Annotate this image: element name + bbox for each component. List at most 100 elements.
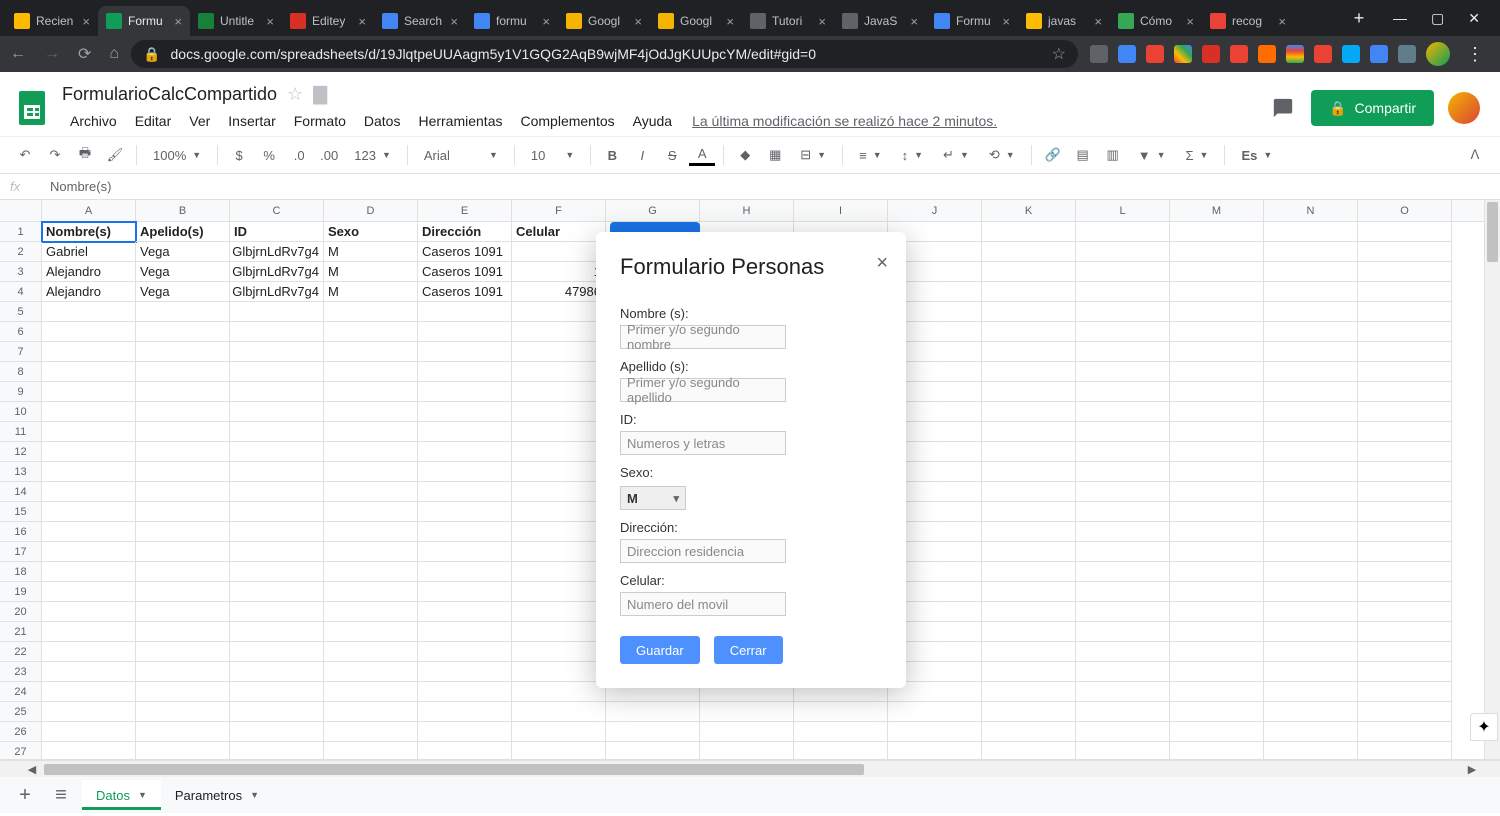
apellido-input[interactable]: Primer y/o segundo apellido xyxy=(620,378,786,402)
cell[interactable] xyxy=(42,642,136,662)
cell[interactable] xyxy=(136,482,230,502)
cell[interactable] xyxy=(512,302,606,322)
percent-button[interactable]: % xyxy=(256,142,282,168)
cell[interactable] xyxy=(1264,242,1358,262)
add-sheet-button[interactable]: + xyxy=(10,780,40,810)
cell[interactable] xyxy=(1170,742,1264,760)
cell[interactable] xyxy=(136,562,230,582)
cell[interactable] xyxy=(42,422,136,442)
cell[interactable] xyxy=(1076,322,1170,342)
cell[interactable] xyxy=(982,262,1076,282)
cell[interactable] xyxy=(512,642,606,662)
cell[interactable] xyxy=(418,462,512,482)
back-button[interactable]: ← xyxy=(10,45,26,63)
cell[interactable] xyxy=(42,482,136,502)
cell[interactable] xyxy=(1358,642,1452,662)
close-tab-icon[interactable]: × xyxy=(358,14,366,29)
cell[interactable] xyxy=(512,462,606,482)
cell[interactable] xyxy=(136,462,230,482)
cell[interactable] xyxy=(1170,582,1264,602)
omnibox[interactable]: 🔒 docs.google.com/spreadsheets/d/19Jlqtp… xyxy=(131,40,1078,68)
cell[interactable] xyxy=(1264,262,1358,282)
text-wrap-button[interactable]: ↵▼ xyxy=(935,147,977,163)
cell[interactable] xyxy=(888,722,982,742)
cell[interactable]: Caseros 1091 xyxy=(418,242,512,262)
cell[interactable] xyxy=(1170,722,1264,742)
cell[interactable] xyxy=(42,442,136,462)
close-tab-icon[interactable]: × xyxy=(542,14,550,29)
cell[interactable] xyxy=(42,582,136,602)
row-header[interactable]: 24 xyxy=(0,682,42,702)
extension-icon[interactable] xyxy=(1258,45,1276,63)
cell[interactable] xyxy=(418,682,512,702)
insert-link-button[interactable]: 🔗 xyxy=(1040,142,1066,168)
bold-button[interactable]: B xyxy=(599,142,625,168)
last-modified-text[interactable]: La última modificación se realizó hace 2… xyxy=(692,113,997,129)
column-header[interactable]: N xyxy=(1264,200,1358,221)
cell[interactable] xyxy=(1264,702,1358,722)
cell[interactable] xyxy=(1358,602,1452,622)
column-header[interactable]: D xyxy=(324,200,418,221)
cell[interactable] xyxy=(512,342,606,362)
cell[interactable] xyxy=(1170,542,1264,562)
cell[interactable] xyxy=(1264,682,1358,702)
close-tab-icon[interactable]: × xyxy=(634,14,642,29)
cell[interactable] xyxy=(42,622,136,642)
cell[interactable] xyxy=(1264,222,1358,242)
extension-icon[interactable] xyxy=(1230,45,1248,63)
sheet-tab-caret-icon[interactable]: ▼ xyxy=(138,790,147,800)
cell[interactable] xyxy=(982,662,1076,682)
cell[interactable]: M xyxy=(324,262,418,282)
cell[interactable] xyxy=(324,562,418,582)
cell[interactable] xyxy=(324,482,418,502)
cell[interactable] xyxy=(982,622,1076,642)
cell[interactable] xyxy=(1264,402,1358,422)
cell[interactable] xyxy=(42,522,136,542)
cell[interactable] xyxy=(982,702,1076,722)
cell[interactable]: M xyxy=(324,242,418,262)
cell[interactable]: Nombre(s) xyxy=(42,222,136,242)
cell[interactable] xyxy=(418,602,512,622)
cell[interactable] xyxy=(1076,422,1170,442)
cell[interactable] xyxy=(1358,522,1452,542)
cerrar-button[interactable]: Cerrar xyxy=(714,636,783,664)
cell[interactable] xyxy=(512,362,606,382)
cell[interactable] xyxy=(1358,362,1452,382)
direccion-input[interactable]: Direccion residencia xyxy=(620,539,786,563)
cell[interactable] xyxy=(982,422,1076,442)
forward-button[interactable]: → xyxy=(44,45,60,63)
row-header[interactable]: 4 xyxy=(0,282,42,302)
cell[interactable] xyxy=(1264,622,1358,642)
menu-item-ayuda[interactable]: Ayuda xyxy=(625,109,680,133)
cell[interactable] xyxy=(982,742,1076,760)
cell[interactable] xyxy=(136,342,230,362)
star-doc-icon[interactable]: ☆ xyxy=(287,84,303,105)
column-header[interactable]: A xyxy=(42,200,136,221)
cell[interactable] xyxy=(982,542,1076,562)
extension-icon[interactable] xyxy=(1174,45,1192,63)
browser-tab[interactable]: Search× xyxy=(374,6,466,36)
cell[interactable] xyxy=(700,742,794,760)
cell[interactable]: M xyxy=(324,282,418,302)
cell[interactable] xyxy=(418,702,512,722)
cell[interactable] xyxy=(230,642,324,662)
sheets-logo[interactable] xyxy=(12,88,52,128)
cell[interactable] xyxy=(1076,642,1170,662)
cell[interactable] xyxy=(42,302,136,322)
cell[interactable] xyxy=(42,342,136,362)
column-header[interactable]: E xyxy=(418,200,512,221)
browser-tab[interactable]: Recien× xyxy=(6,6,98,36)
browser-tab[interactable]: Googl× xyxy=(650,6,742,36)
input-tools-button[interactable]: Es▼ xyxy=(1233,148,1280,163)
cell[interactable]: 1 xyxy=(512,262,606,282)
cell[interactable] xyxy=(1170,262,1264,282)
cell[interactable] xyxy=(606,702,700,722)
row-header[interactable]: 25 xyxy=(0,702,42,722)
cell[interactable] xyxy=(1076,542,1170,562)
cell[interactable] xyxy=(1076,302,1170,322)
new-tab-button[interactable]: + xyxy=(1345,0,1373,36)
cell[interactable] xyxy=(1358,402,1452,422)
cell[interactable] xyxy=(324,322,418,342)
cell[interactable] xyxy=(418,742,512,760)
browser-tab[interactable]: Untitle× xyxy=(190,6,282,36)
